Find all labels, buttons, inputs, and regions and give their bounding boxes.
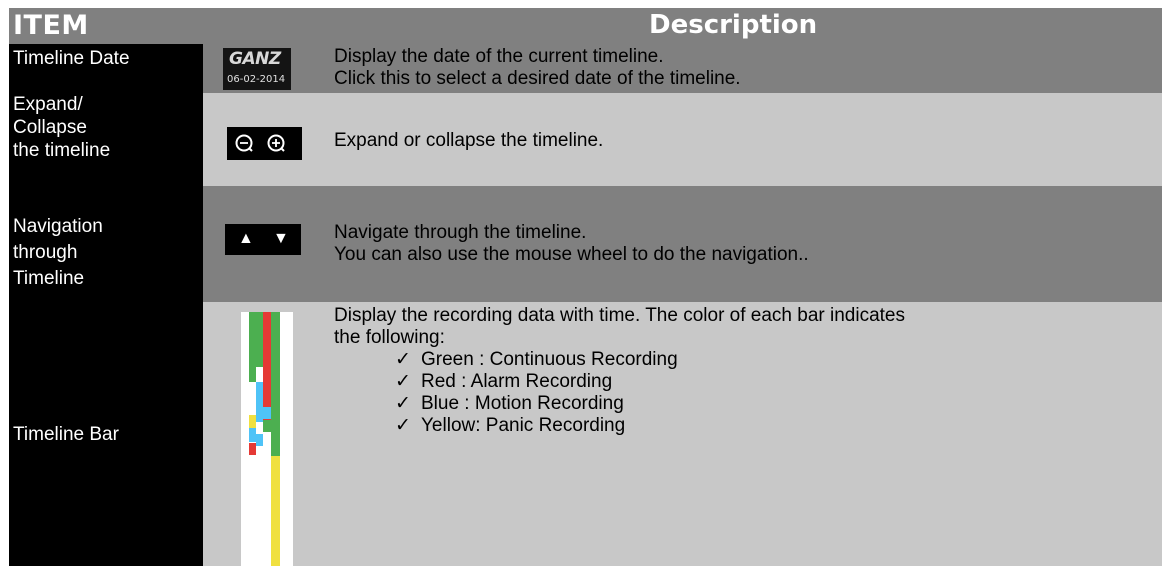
legend-text: Green : Continuous Recording [421,349,678,370]
description-line: Expand or collapse the timeline. [334,130,604,151]
description-line: Navigate through the timeline. [334,222,587,243]
list-item: ✓ Red : Alarm Recording [395,371,1162,393]
timeline-date-button[interactable]: GANZ 06-02-2014 [223,48,291,90]
item-label: through [13,242,78,263]
legend-text: Red : Alarm Recording [421,371,613,392]
legend-text: Yellow: Panic Recording [421,415,626,436]
legend-list: ✓ Green : Continuous Recording ✓ Red : Ala… [334,349,1162,437]
description-line: the following: [334,327,445,348]
list-item: ✓ Green : Continuous Recording [395,349,1162,371]
item-label: the timeline [13,140,111,161]
description-line: Click this to select a desired date of t… [334,68,741,89]
list-item: ✓ Yellow: Panic Recording [395,415,1162,437]
item-label: Expand/ [13,94,83,115]
icon-cell: ▲ ▼ [203,186,334,302]
check-icon: ✓ [395,393,411,414]
zoom-in-icon[interactable] [267,134,285,152]
icon-cell [203,302,334,566]
item-label-cell: Timeline Bar [9,302,203,566]
description-line: Display the date of the current timeline… [334,46,664,67]
item-description-table: ITEM Description Timeline Date GANZ 06-0… [9,8,1162,568]
description-line: You can also use the mouse wheel to do t… [334,244,809,265]
table-row: Timeline Bar Display the recording data … [9,302,1162,566]
description-column-header: Description [649,10,818,40]
timeline-date-value: 06-02-2014 [227,74,286,85]
arrow-down-icon[interactable]: ▼ [273,230,289,248]
table-row: Timeline Date GANZ 06-02-2014 Display th… [9,44,1162,93]
ganz-logo: GANZ [229,49,281,69]
list-item: ✓ Blue : Motion Recording [395,393,1162,415]
table-header: ITEM Description [9,8,1162,44]
icon-cell: GANZ 06-02-2014 [203,44,334,93]
arrow-up-icon[interactable]: ▲ [238,230,254,248]
item-label-cell: Expand/ Collapse the timeline [9,93,203,186]
zoom-out-icon[interactable] [235,134,253,152]
item-label: Timeline Date [13,48,130,69]
item-column-header: ITEM [13,10,89,41]
check-icon: ✓ [395,415,411,436]
table-row: Expand/ Collapse the timeline Expand or … [9,93,1162,186]
navigation-controls: ▲ ▼ [225,224,301,255]
item-label-cell: Navigation through Timeline [9,186,203,302]
check-icon: ✓ [395,349,411,370]
item-label: Timeline Bar [13,424,119,445]
description-cell: Display the recording data with time. Th… [334,302,1162,569]
zoom-icons [235,134,285,152]
check-icon: ✓ [395,371,411,392]
description-cell: Display the date of the current timeline… [334,44,1162,95]
zoom-controls [227,127,302,160]
item-label: Collapse [13,117,87,138]
item-label: Navigation [13,216,103,237]
timeline-bar-icon [241,312,293,566]
icon-cell [203,93,334,186]
legend-text: Blue : Motion Recording [421,393,624,414]
item-label: Timeline [13,268,85,289]
description-line: Display the recording data with time. Th… [334,305,906,326]
table-row: Navigation through Timeline ▲ ▼ Navigate… [9,186,1162,302]
item-label-cell: Timeline Date [9,44,203,93]
